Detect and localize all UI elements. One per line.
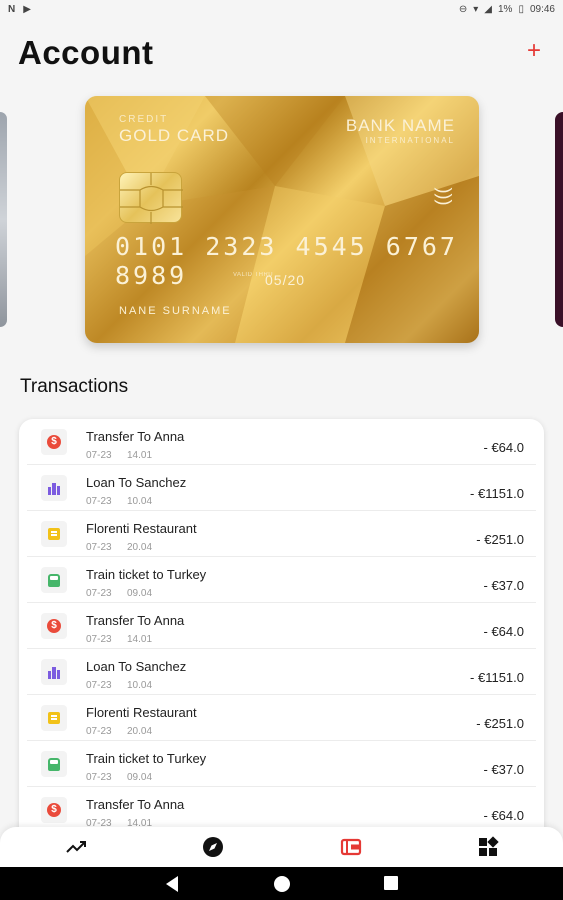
transaction-name: Florenti Restaurant xyxy=(86,521,197,536)
back-icon[interactable] xyxy=(164,875,182,893)
restaurant-icon xyxy=(41,521,67,547)
transaction-date: 07-23 xyxy=(86,772,112,783)
train-icon xyxy=(41,751,67,777)
card-chip-icon xyxy=(119,172,183,224)
transaction-date: 07-23 xyxy=(86,588,112,599)
contactless-icon: ))) xyxy=(434,187,455,206)
card-type-label: CREDIT xyxy=(119,114,169,125)
dollar-icon: $ xyxy=(41,613,67,639)
gold-credit-card[interactable]: CREDIT GOLD CARD BANK NAME INTERNATIONAL… xyxy=(85,96,479,343)
recents-icon[interactable] xyxy=(383,875,401,893)
bottom-navigation xyxy=(0,827,563,867)
transaction-name: Florenti Restaurant xyxy=(86,705,197,720)
transaction-row[interactable]: Florenti Restaurant 07-23 20.04 - €251.0 xyxy=(27,695,536,741)
transaction-time: 20.04 xyxy=(127,726,153,737)
transaction-row[interactable]: Loan To Sanchez 07-23 10.04 - €1151.0 xyxy=(27,649,536,695)
transaction-date: 07-23 xyxy=(86,542,112,553)
transaction-row[interactable]: Train ticket to Turkey 07-23 09.04 - €37… xyxy=(27,557,536,603)
notification-n-icon: N xyxy=(8,3,16,15)
battery-level: 1% xyxy=(498,3,513,15)
trending-icon[interactable] xyxy=(64,835,88,859)
city-icon xyxy=(41,475,67,501)
transaction-time: 20.04 xyxy=(127,542,153,553)
battery-icon: ▯ xyxy=(518,3,524,15)
transaction-time: 10.04 xyxy=(127,496,153,507)
system-navigation-bar xyxy=(0,867,563,900)
card-type: GOLD CARD xyxy=(119,126,230,145)
transaction-amount: - €37.0 xyxy=(483,578,524,593)
card-expiry: 05/20 xyxy=(265,272,306,288)
card-holder: NANE SURNAME xyxy=(119,305,232,317)
transaction-time: 09.04 xyxy=(127,772,153,783)
transaction-date: 07-23 xyxy=(86,680,112,691)
transaction-date: 07-23 xyxy=(86,496,112,507)
transaction-date: 07-23 xyxy=(86,726,112,737)
transactions-list[interactable]: $ Transfer To Anna 07-23 14.01 - €64.0 L… xyxy=(19,419,544,849)
transaction-amount: - €251.0 xyxy=(476,716,524,731)
home-icon[interactable] xyxy=(273,875,291,893)
transactions-heading: Transactions xyxy=(20,376,129,397)
transaction-time: 14.01 xyxy=(127,634,153,645)
train-icon xyxy=(41,567,67,593)
restaurant-icon xyxy=(41,705,67,731)
transaction-amount: - €1151.0 xyxy=(470,670,524,685)
page-title: Account xyxy=(18,34,154,71)
signal-icon: ◢ xyxy=(484,3,492,15)
transaction-time: 10.04 xyxy=(127,680,153,691)
transaction-amount: - €64.0 xyxy=(483,808,524,823)
transaction-row[interactable]: $ Transfer To Anna 07-23 14.01 - €64.0 xyxy=(27,419,536,465)
transaction-name: Train ticket to Turkey xyxy=(86,751,207,766)
dollar-icon: $ xyxy=(41,429,67,455)
bank-subtitle: INTERNATIONAL xyxy=(365,136,455,145)
previous-card[interactable] xyxy=(0,112,7,327)
dnd-icon: ⊖ xyxy=(458,3,468,15)
dollar-icon: $ xyxy=(41,797,67,823)
city-icon xyxy=(41,659,67,685)
transaction-amount: - €37.0 xyxy=(483,762,524,777)
transaction-name: Transfer To Anna xyxy=(86,613,185,628)
bank-name: BANK NAME xyxy=(345,116,455,135)
wallet-icon[interactable] xyxy=(339,835,363,859)
transaction-name: Transfer To Anna xyxy=(86,797,185,812)
transaction-amount: - €1151.0 xyxy=(470,486,524,501)
transaction-row[interactable]: Florenti Restaurant 07-23 20.04 - €251.0 xyxy=(27,511,536,557)
transaction-row[interactable]: $ Transfer To Anna 07-23 14.01 - €64.0 xyxy=(27,603,536,649)
add-card-button[interactable]: + xyxy=(523,39,545,63)
transaction-name: Loan To Sanchez xyxy=(86,659,187,674)
transaction-time: 14.01 xyxy=(127,450,153,461)
compass-icon[interactable] xyxy=(201,835,225,859)
transaction-date: 07-23 xyxy=(86,450,112,461)
transaction-name: Train ticket to Turkey xyxy=(86,567,207,582)
wifi-icon: ▾ xyxy=(473,3,479,15)
next-card[interactable] xyxy=(555,112,563,327)
transaction-row[interactable]: Loan To Sanchez 07-23 10.04 - €1151.0 xyxy=(27,465,536,511)
transaction-date: 07-23 xyxy=(86,634,112,645)
transaction-time: 09.04 xyxy=(127,588,153,599)
transaction-amount: - €64.0 xyxy=(483,624,524,639)
clock: 09:46 xyxy=(529,3,555,15)
widgets-icon[interactable] xyxy=(476,835,500,859)
status-bar: N ▶ ⊖ ▾ ◢ 1% ▯ 09:46 xyxy=(0,0,563,18)
transaction-name: Loan To Sanchez xyxy=(86,475,187,490)
transaction-name: Transfer To Anna xyxy=(86,429,185,444)
transaction-row[interactable]: Train ticket to Turkey 07-23 09.04 - €37… xyxy=(27,741,536,787)
play-store-icon: ▶ xyxy=(23,3,31,15)
transaction-amount: - €251.0 xyxy=(476,532,524,547)
transaction-amount: - €64.0 xyxy=(483,440,524,455)
